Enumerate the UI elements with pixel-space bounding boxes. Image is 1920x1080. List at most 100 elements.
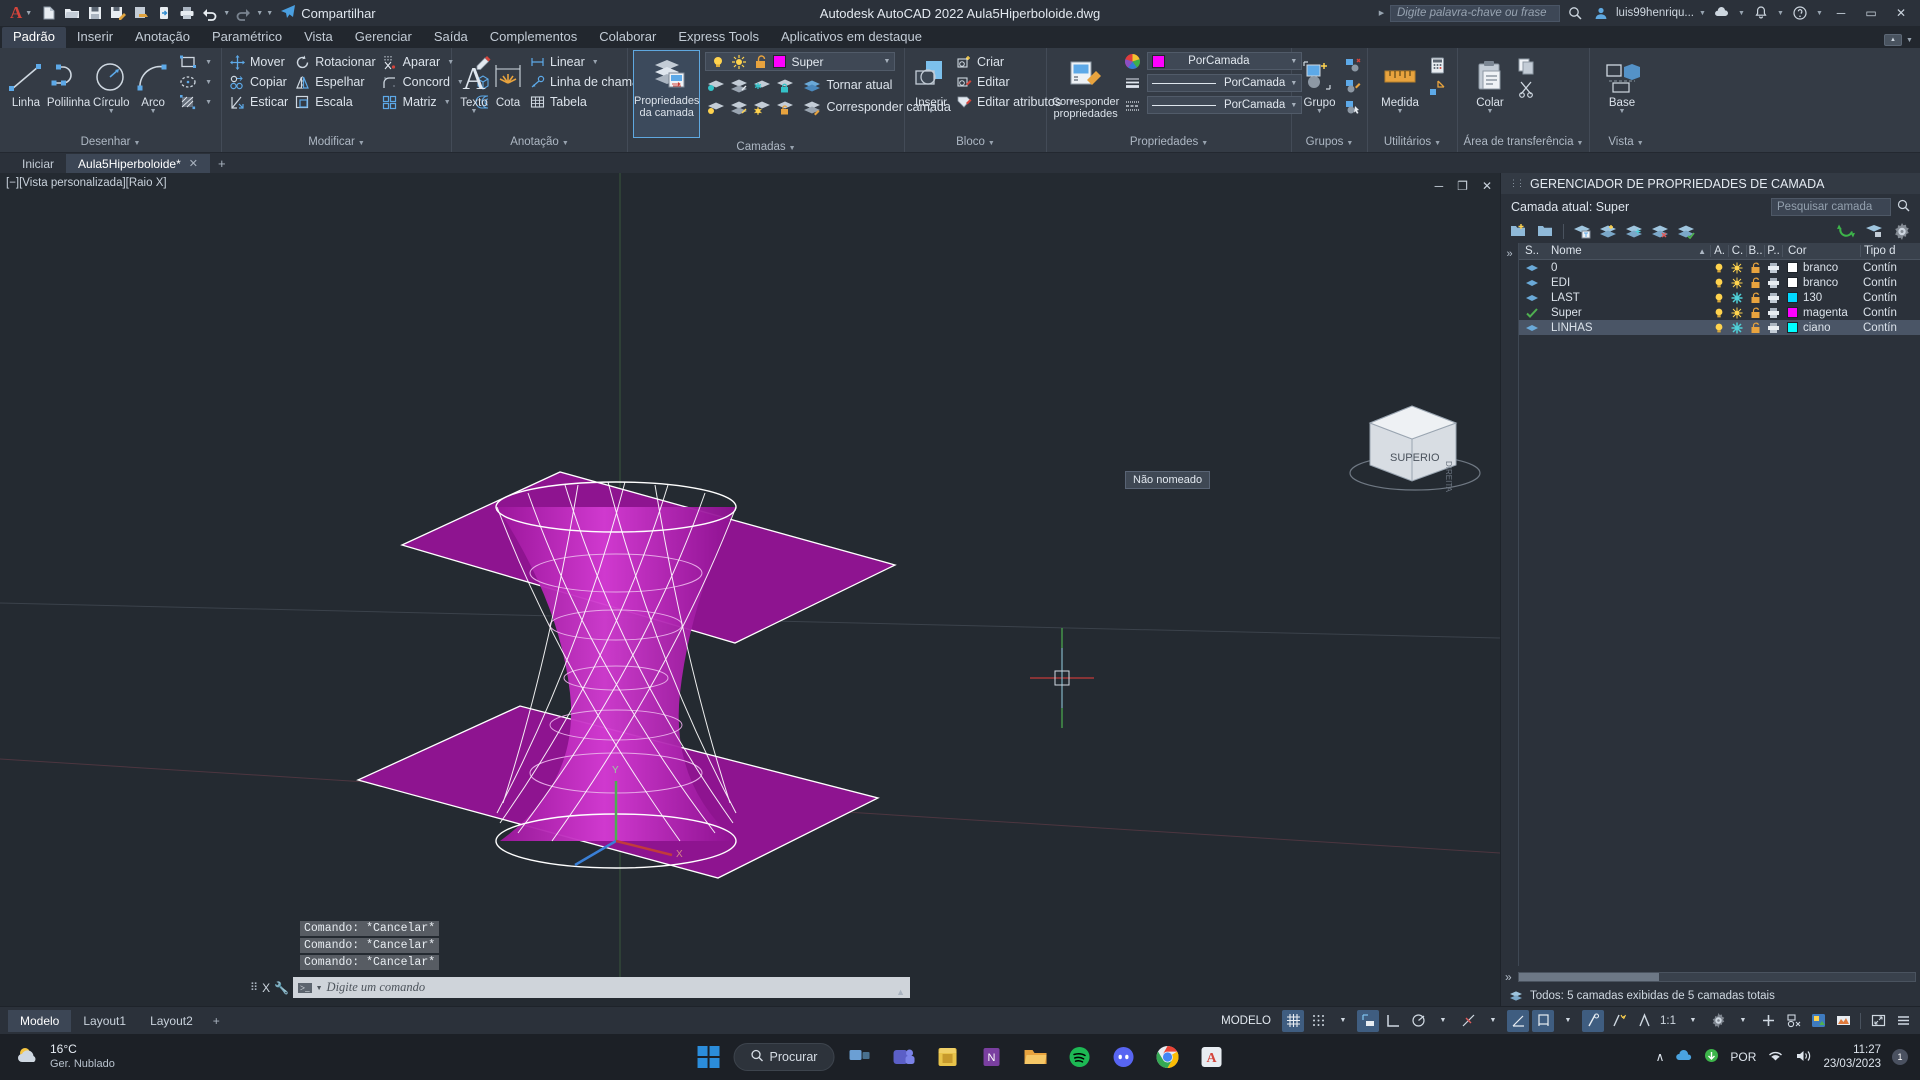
table-row[interactable]: 0 branco Contín [1519, 260, 1920, 275]
command-input[interactable]: >_ ▼ Digite um comando [293, 977, 910, 998]
row-on-icon[interactable] [1710, 322, 1728, 334]
notification-badge[interactable]: 1 [1892, 1049, 1908, 1065]
new-layer-vp-icon[interactable] [1535, 221, 1555, 241]
group-button[interactable]: Grupo ▼ [1297, 52, 1342, 115]
draw-hatch-button[interactable]: ▼ [176, 92, 216, 112]
modify-array-dropdown-icon[interactable]: ▼ [444, 99, 451, 106]
col-color[interactable]: Cor [1782, 245, 1860, 257]
row-plot-icon[interactable] [1764, 307, 1782, 319]
osnap-toggle[interactable] [1457, 1010, 1479, 1032]
delete-layer-icon[interactable] [1572, 221, 1592, 241]
refresh-icon[interactable] [1836, 221, 1856, 241]
settings-icon[interactable] [1892, 221, 1912, 241]
search-icon[interactable] [1564, 3, 1586, 23]
command-expand-icon[interactable]: ▲ [896, 987, 905, 997]
doc-tab-aula5hiperboloide[interactable]: Aula5Hiperboloide* ✕ [66, 154, 210, 173]
row-linetype[interactable]: Contín [1860, 277, 1920, 289]
workspace-switch-icon[interactable] [1707, 1010, 1729, 1032]
row-name[interactable]: Super [1545, 307, 1710, 319]
modify-stretch-button[interactable]: Esticar [227, 92, 292, 112]
space-toggle[interactable]: MODELO [1213, 1015, 1279, 1027]
new-icon[interactable] [38, 3, 60, 23]
col-on[interactable]: A. [1710, 245, 1728, 257]
modify-copy-button[interactable]: Copiar [227, 72, 292, 92]
draw-hatch-dropdown-icon[interactable]: ▼ [205, 99, 212, 106]
copy-clip-icon[interactable] [1517, 56, 1537, 76]
layer-color-swatch[interactable] [773, 55, 787, 68]
col-status[interactable]: S.. [1519, 245, 1545, 257]
row-name[interactable]: LINHAS [1545, 322, 1710, 334]
row-freeze-icon[interactable] [1728, 262, 1746, 274]
layer-filter-toggle[interactable]: » [1501, 243, 1519, 966]
sort-asc-icon[interactable]: ▲ [1698, 247, 1710, 256]
row-freeze-icon[interactable] [1728, 307, 1746, 319]
undo-icon[interactable] [199, 3, 221, 23]
draw-rectangle-dropdown-icon[interactable]: ▼ [205, 59, 212, 66]
help-dropdown-icon[interactable]: ▼ [1815, 10, 1824, 17]
row-status-icon[interactable] [1519, 323, 1545, 333]
palette-title-bar[interactable]: ⋮⋮ GERENCIADOR DE PROPRIEDADES DE CAMADA [1501, 173, 1920, 194]
row-plot-icon[interactable] [1764, 292, 1782, 304]
draw-circle-dropdown-icon[interactable]: ▼ [108, 108, 115, 115]
updates-icon[interactable] [1704, 1048, 1719, 1066]
window-maximize-button[interactable]: ▭ [1858, 1, 1884, 25]
measure-dropdown-icon[interactable]: ▼ [1397, 108, 1404, 115]
cut-clip-icon[interactable] [1517, 79, 1537, 99]
annotation-visibility-toggle[interactable] [1607, 1010, 1629, 1032]
row-color[interactable]: branco [1782, 262, 1860, 274]
layer-off-icon[interactable] [705, 97, 725, 117]
start-icon[interactable] [690, 1038, 728, 1076]
layer-unisolate-icon[interactable] [728, 75, 748, 95]
row-on-icon[interactable] [1710, 277, 1728, 289]
ucs-icon-toggle[interactable] [1532, 1009, 1554, 1032]
modify-scale-button[interactable]: Escala [292, 92, 379, 112]
layer-search-icon[interactable] [1897, 199, 1910, 215]
draw-arc-button[interactable]: Arco ▼ [132, 52, 174, 115]
paste-button[interactable]: Colar ▼ [1463, 52, 1517, 115]
modify-rotate-button[interactable]: Rotacionar [292, 52, 379, 72]
explorer-icon[interactable] [1016, 1038, 1054, 1076]
ungroup-icon[interactable] [1342, 55, 1362, 75]
annotation-text-dropdown-icon[interactable]: ▼ [471, 108, 478, 115]
osnap-dropdown-icon[interactable]: ▼ [1482, 1010, 1504, 1032]
tray-expand-icon[interactable]: ∧ [1656, 1050, 1665, 1064]
row-color[interactable]: 130 [1782, 292, 1860, 304]
apply-icon[interactable] [1864, 221, 1884, 241]
ribbon-tab-padrao[interactable]: Padrão [2, 27, 66, 48]
isolate-objects-icon[interactable] [1782, 1010, 1804, 1032]
row-plot-icon[interactable] [1764, 262, 1782, 274]
user-avatar-icon[interactable] [1590, 3, 1612, 23]
help-icon[interactable] [1789, 3, 1811, 23]
autocad-icon[interactable]: A [1192, 1038, 1230, 1076]
export-icon[interactable] [130, 3, 152, 23]
col-lock[interactable]: B.. [1746, 245, 1764, 257]
cloud-dropdown-icon[interactable]: ▼ [1737, 10, 1746, 17]
quickcalc-icon[interactable] [1427, 55, 1447, 75]
undo-dropdown-icon[interactable]: ▼ [222, 10, 231, 17]
cleanscreen-icon[interactable] [1867, 1010, 1889, 1032]
row-color[interactable]: magenta [1782, 307, 1860, 319]
row-lock-icon[interactable] [1746, 262, 1764, 274]
layout-tab-modelo[interactable]: Modelo [8, 1009, 72, 1032]
new-property-filter-icon[interactable] [1624, 221, 1644, 241]
discord-icon[interactable] [1104, 1038, 1142, 1076]
share-button[interactable]: Compartilhar [280, 4, 376, 23]
draw-arc-dropdown-icon[interactable]: ▼ [150, 108, 157, 115]
row-freeze-icon[interactable] [1728, 277, 1746, 289]
layer-unlock-layer-icon[interactable] [774, 97, 794, 117]
workspace-dropdown-icon[interactable]: ▼ [1732, 1010, 1754, 1032]
layer-search-input[interactable]: Pesquisar camada [1771, 197, 1891, 216]
layout-tab-layout2[interactable]: Layout2 [138, 1010, 205, 1032]
row-color[interactable]: branco [1782, 277, 1860, 289]
snap-dropdown-icon[interactable]: ▼ [1332, 1010, 1354, 1032]
row-name[interactable]: EDI [1545, 277, 1710, 289]
layer-lock-layer-icon[interactable] [774, 75, 794, 95]
ribbon-tab-vista[interactable]: Vista [293, 27, 344, 48]
row-on-icon[interactable] [1710, 262, 1728, 274]
row-freeze-icon[interactable] [1728, 292, 1746, 304]
otrack-toggle[interactable] [1507, 1009, 1529, 1032]
paste-dropdown-icon[interactable]: ▼ [1487, 108, 1494, 115]
row-on-icon[interactable] [1710, 307, 1728, 319]
table-row[interactable]: Super magenta Contín [1519, 305, 1920, 320]
wifi-icon[interactable] [1767, 1049, 1784, 1066]
